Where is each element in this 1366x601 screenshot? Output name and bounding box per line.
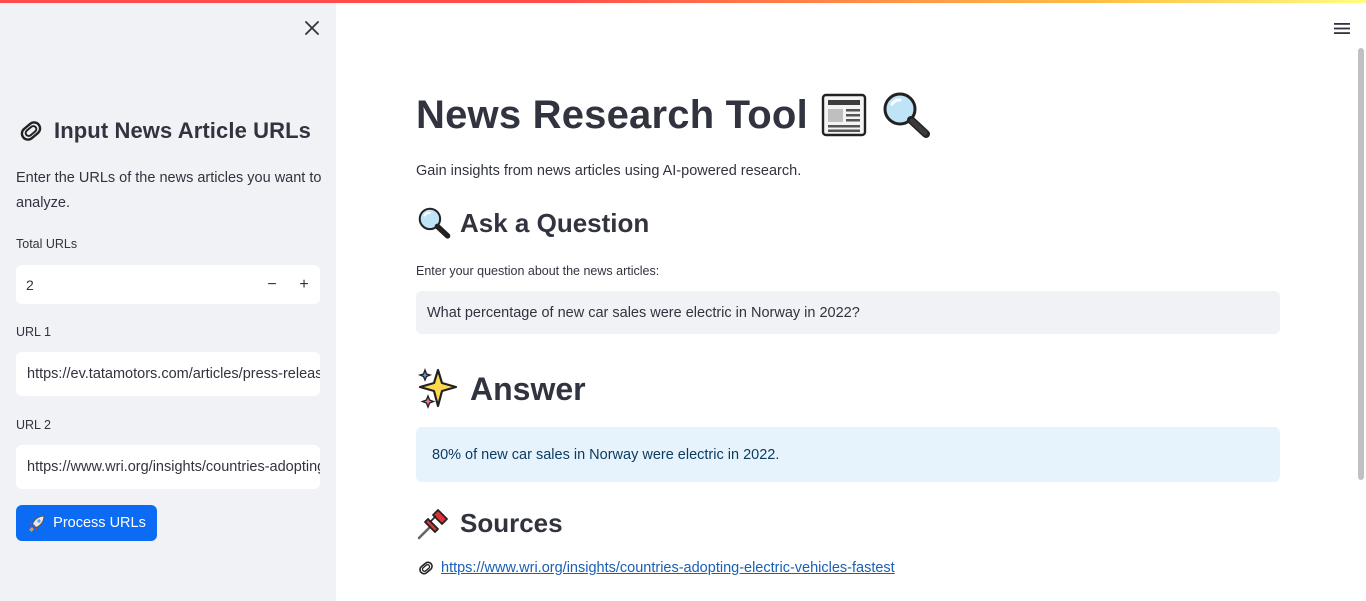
total-urls-stepper: 2 − +	[16, 265, 320, 304]
url2-label: URL 2	[16, 418, 51, 432]
magnifier-icon	[883, 92, 930, 138]
process-urls-label: Process URLs	[53, 515, 146, 531]
paperclip-icon	[20, 121, 42, 141]
ask-heading: Ask a Question	[460, 207, 650, 238]
sidebar-description: Enter the URLs of the news articles you …	[16, 170, 322, 211]
top-decoration-bar	[0, 0, 1366, 3]
magnifier-icon	[418, 207, 451, 239]
sidebar: Input News Article URLs Enter the URLs o…	[0, 0, 336, 601]
page-title: News Research Tool	[416, 92, 808, 137]
sources-heading: Sources	[460, 507, 563, 538]
rocket-icon	[29, 515, 45, 532]
ask-heading-row: Ask a Question	[416, 206, 649, 240]
url1-label: URL 1	[16, 325, 51, 339]
decrement-button[interactable]: −	[256, 265, 288, 304]
url1-value: https://ev.tatamotors.com/articles/press…	[27, 366, 320, 382]
answer-heading-row: Answer	[416, 366, 586, 412]
url2-value: https://www.wri.org/insights/countries-a…	[27, 459, 320, 475]
sidebar-title: Input News Article URLs	[54, 118, 311, 143]
process-urls-button[interactable]: Process URLs	[16, 505, 157, 541]
question-label: Enter your question about the news artic…	[416, 264, 660, 278]
close-icon	[305, 21, 319, 35]
source-item: https://www.wri.org/insights/countries-a…	[416, 558, 895, 578]
newspaper-icon	[821, 93, 867, 137]
source-link[interactable]: https://www.wri.org/insights/countries-a…	[441, 560, 895, 576]
increment-button[interactable]: +	[288, 265, 320, 304]
sources-heading-row: Sources	[416, 505, 563, 541]
main-menu-button[interactable]	[1330, 16, 1354, 40]
answer-text: 80% of new car sales in Norway were elec…	[432, 446, 780, 463]
close-sidebar-button[interactable]	[300, 16, 324, 40]
scrollbar[interactable]	[1358, 48, 1364, 480]
answer-box: 80% of new car sales in Norway were elec…	[416, 427, 1280, 482]
page-subtitle: Gain insights from news articles using A…	[416, 163, 802, 179]
sparkles-icon	[417, 368, 458, 409]
paperclip-icon	[419, 561, 433, 575]
total-urls-label: Total URLs	[16, 237, 78, 251]
answer-heading: Answer	[470, 370, 586, 407]
url1-input[interactable]: https://ev.tatamotors.com/articles/press…	[16, 352, 320, 396]
total-urls-input[interactable]: 2	[16, 277, 256, 293]
page-title-row: News Research Tool	[416, 90, 932, 140]
hamburger-icon	[1334, 22, 1350, 34]
pushpin-icon	[417, 509, 448, 540]
sidebar-header: Input News Article URLs	[16, 116, 326, 146]
url2-input[interactable]: https://www.wri.org/insights/countries-a…	[16, 445, 320, 489]
question-input[interactable]: What percentage of new car sales were el…	[416, 291, 1280, 334]
